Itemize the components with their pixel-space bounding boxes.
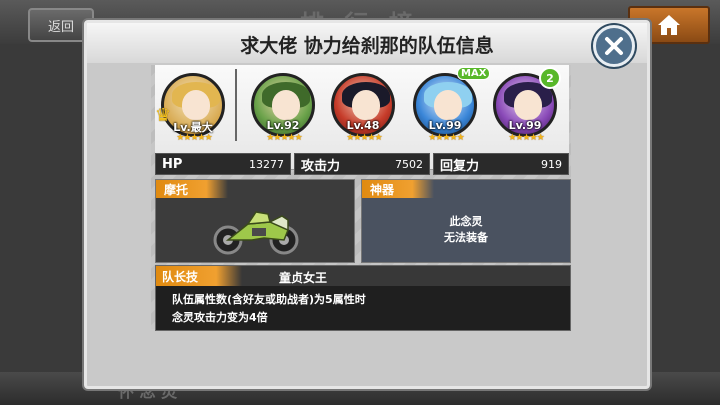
member-stars: ★★★★★ [176, 133, 212, 143]
count-badge: 2 [539, 67, 561, 89]
stat-label: 攻击力 [301, 158, 341, 174]
stat-value: 919 [541, 157, 562, 171]
leader-divider [235, 69, 237, 141]
artifact-message: 此念灵 无法装备 [362, 214, 570, 246]
member-stars: ★★★★★ [266, 133, 302, 143]
artifact-line-1: 此念灵 [449, 215, 483, 228]
stat-label: HP [162, 156, 183, 172]
leader-skill-description: 队伍属性数(含好友或助战者)为5属性时 念灵攻击力变为4倍 [172, 291, 366, 327]
skill-desc-line-2: 念灵攻击力变为4倍 [172, 311, 268, 324]
skill-desc-line-1: 队伍属性数(含好友或助战者)为5属性时 [172, 293, 366, 306]
member-level: Lv.99 [428, 119, 462, 132]
member-stars: ★★★★★ [508, 133, 544, 143]
member-level: Lv.48 [346, 119, 380, 132]
team-stats: HP 13277 攻击力 7502 回复力 919 [155, 153, 569, 175]
leader-skill-box: 队长技 童贞女王 队伍属性数(含好友或助战者)为5属性时 念灵攻击力变为4倍 [155, 265, 571, 331]
home-icon [658, 15, 680, 35]
stat-recovery: 回复力 919 [433, 153, 569, 175]
member-stars: ★★★★★ [346, 133, 382, 143]
leader-skill-name: 童贞女王 [279, 271, 328, 285]
member-level: Lv.92 [266, 119, 300, 132]
team-member-2[interactable]: Lv.92 ★★★★★ [247, 69, 319, 161]
leader-skill-tag: 队长技 [156, 266, 243, 286]
team-member-5[interactable]: 2 Lv.99 ★★★★★ [489, 67, 561, 161]
max-badge: MAX [457, 67, 491, 80]
motorcycle-icon [213, 211, 299, 255]
team-member-leader[interactable]: ♛ Lv.最大 ★★★★★ [155, 69, 229, 161]
artifact-header: 神器 [362, 180, 435, 198]
member-level: Lv.99 [508, 119, 542, 132]
artifact-box[interactable]: 神器 此念灵 无法装备 [361, 179, 571, 263]
motor-header: 摩托 [156, 180, 229, 198]
stat-value: 7502 [395, 157, 423, 171]
stat-attack: 攻击力 7502 [294, 153, 430, 175]
close-icon [605, 37, 623, 55]
close-button[interactable] [593, 25, 635, 67]
stat-hp: HP 13277 [155, 153, 291, 175]
team-member-4[interactable]: MAX Lv.99 ★★★★★ [409, 67, 491, 161]
dialog-title: 求大佬 协力给刹那的队伍信息 [240, 35, 494, 57]
artifact-line-2: 无法装备 [444, 231, 488, 244]
team-info-dialog: 求大佬 协力给刹那的队伍信息 ♛ Lv.最大 ★★★★★ Lv.92 ★★★★★ [84, 20, 650, 389]
motor-box[interactable]: 摩托 [155, 179, 355, 263]
dialog-header: 求大佬 协力给刹那的队伍信息 [87, 23, 647, 63]
team-member-3[interactable]: Lv.48 ★★★★★ [327, 69, 399, 161]
stat-value: 13277 [249, 157, 284, 171]
member-stars: ★★★★★ [428, 133, 464, 143]
stat-label: 回复力 [440, 158, 480, 174]
